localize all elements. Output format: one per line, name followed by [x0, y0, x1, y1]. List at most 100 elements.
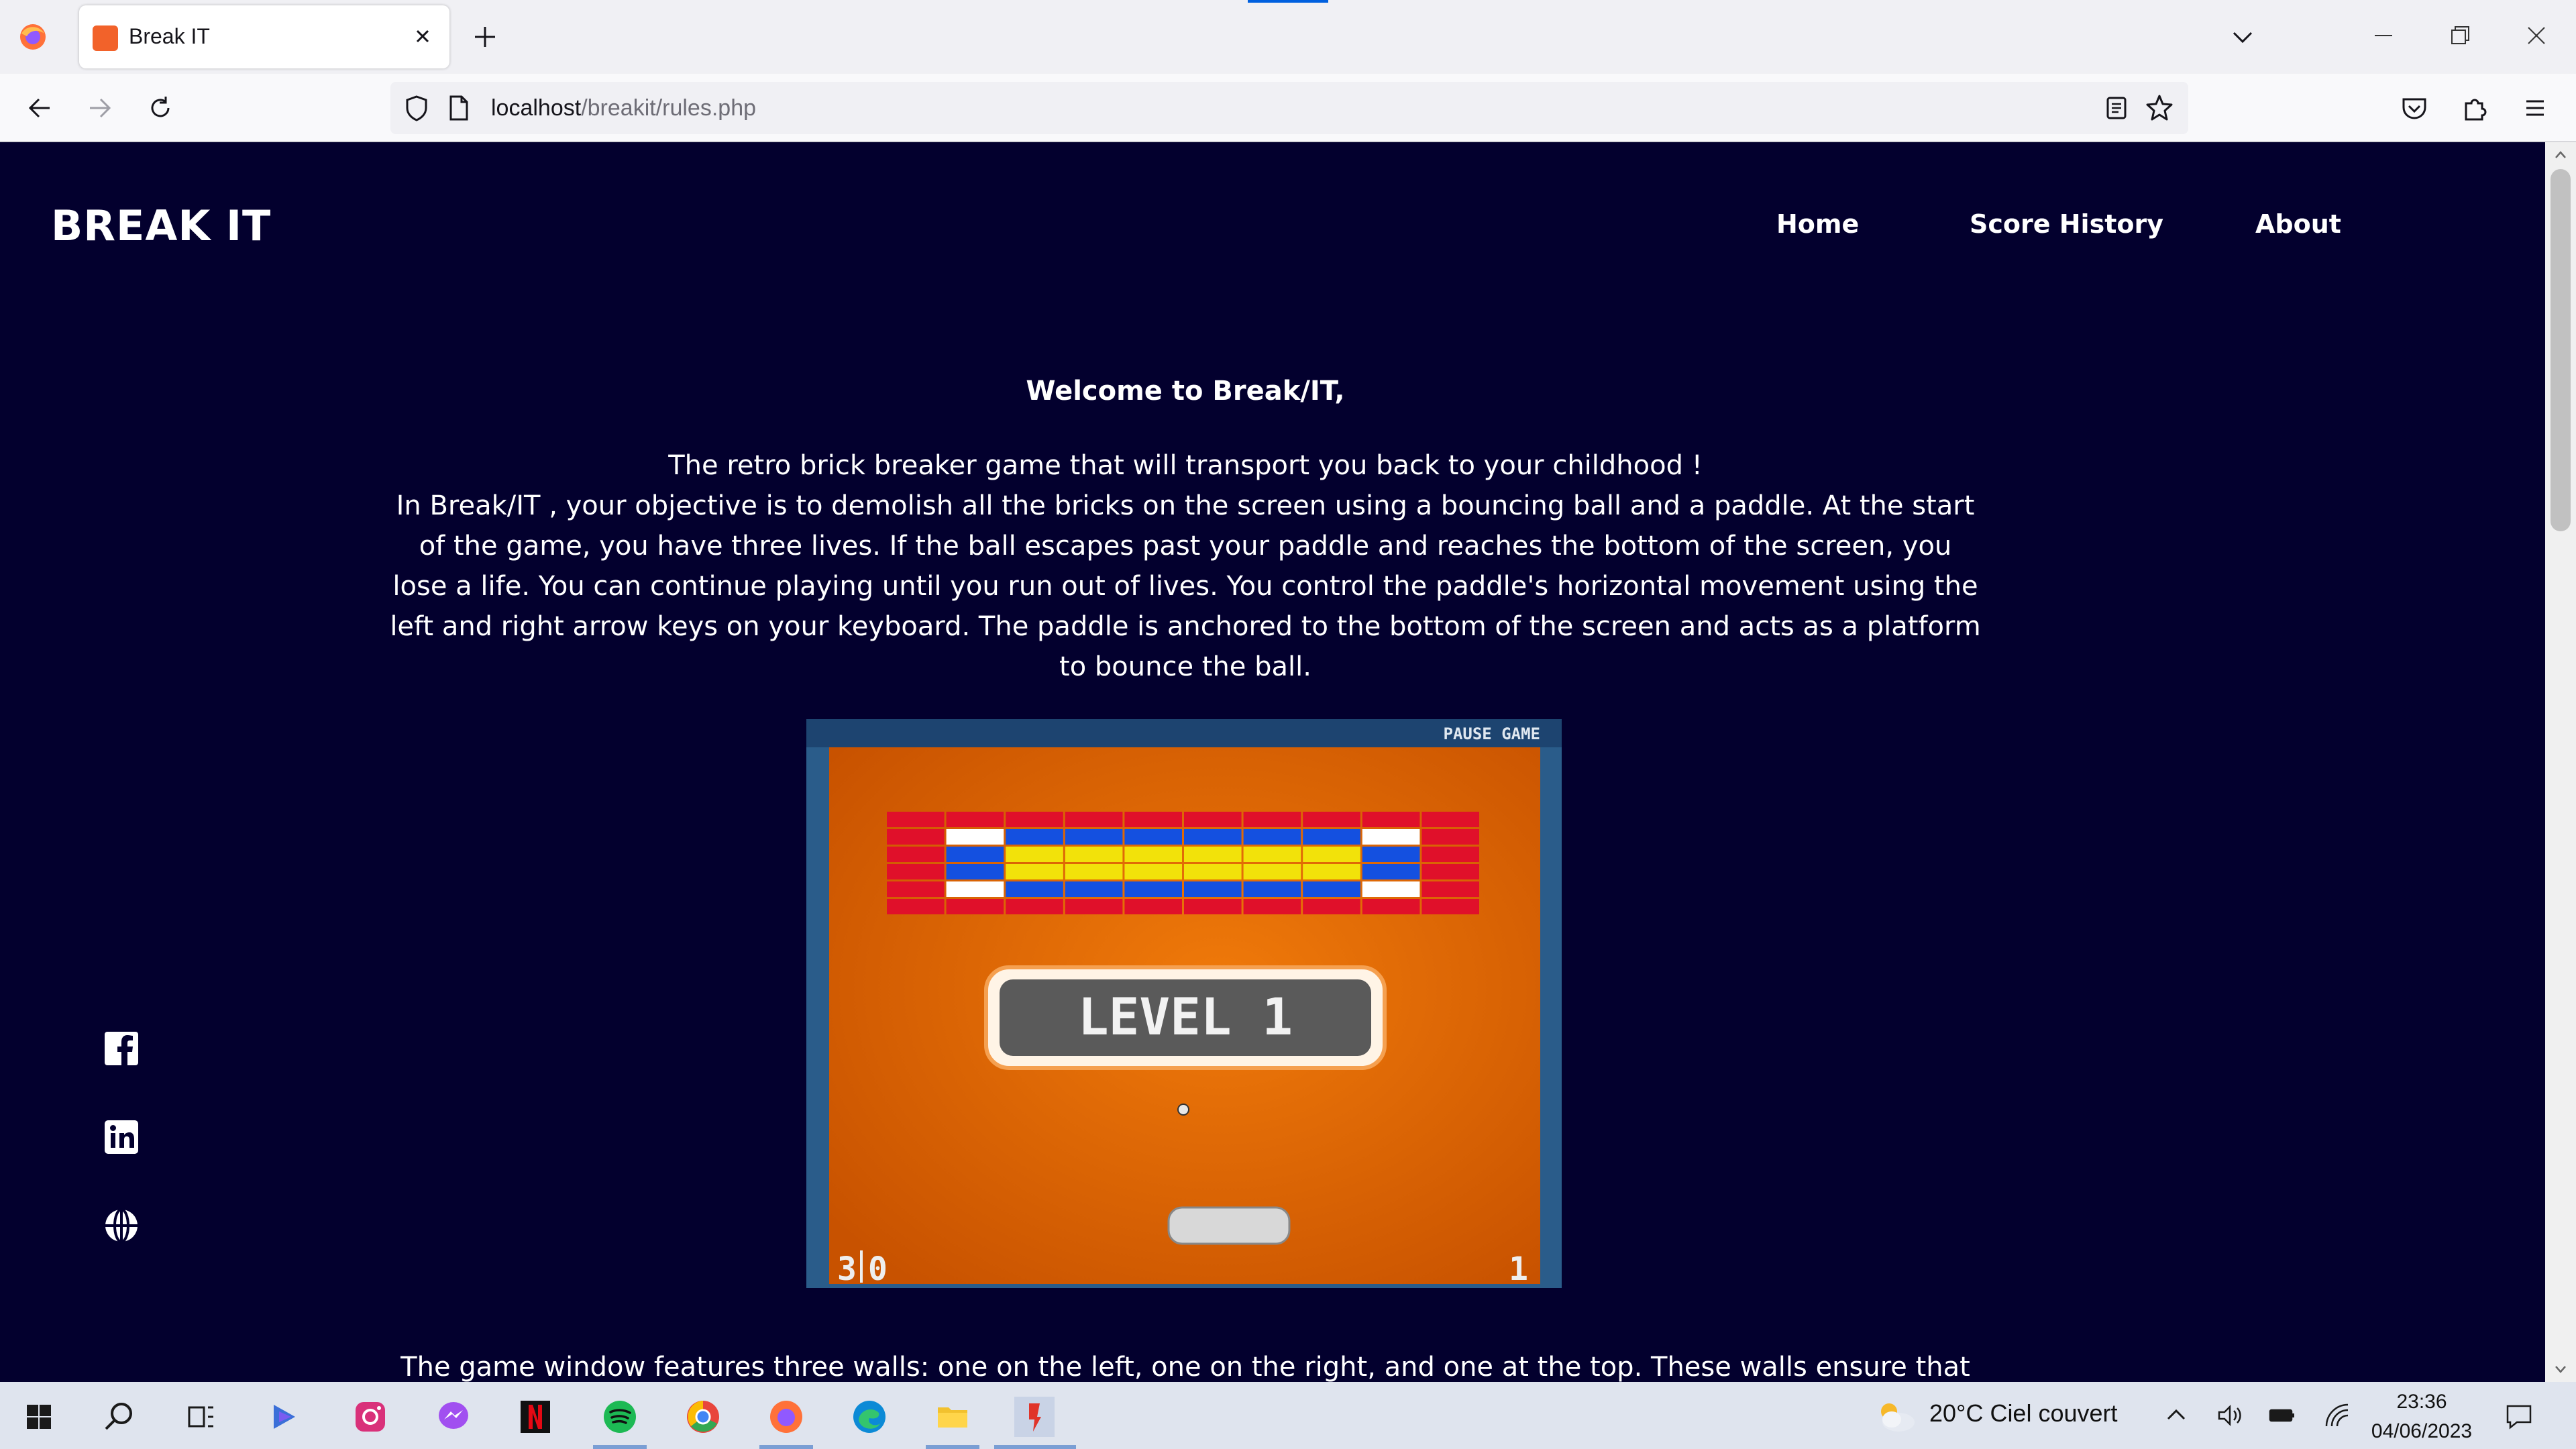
- tab-indicator: [1248, 0, 1328, 3]
- site-brand[interactable]: BREAK IT: [51, 201, 271, 250]
- nav-about-link[interactable]: About: [2255, 209, 2341, 239]
- extensions-puzzle-icon[interactable]: [2458, 91, 2491, 125]
- messenger-icon[interactable]: [433, 1397, 474, 1437]
- level-label: LEVEL 1: [1078, 987, 1293, 1046]
- minimize-icon[interactable]: [2368, 20, 2399, 51]
- brick: [1124, 812, 1182, 827]
- score-value: 0: [868, 1250, 888, 1288]
- brick: [1362, 899, 1420, 914]
- file-explorer-icon[interactable]: [932, 1397, 973, 1437]
- instagram-icon[interactable]: [350, 1397, 390, 1437]
- firefox-icon[interactable]: [19, 23, 47, 51]
- system-clock[interactable]: 23:36 04/06/2023: [2361, 1387, 2482, 1446]
- new-tab-icon[interactable]: [470, 21, 500, 52]
- address-bar[interactable]: localhost/breakit/rules.php: [390, 82, 2188, 134]
- brick: [1303, 881, 1360, 897]
- brick: [1362, 829, 1420, 845]
- brick: [1243, 812, 1301, 827]
- active-app-indicator: [593, 1445, 647, 1449]
- scroll-down-icon[interactable]: [2552, 1360, 2569, 1378]
- battery-icon[interactable]: [2267, 1401, 2297, 1430]
- spotify-icon[interactable]: [600, 1397, 640, 1437]
- brick: [1303, 812, 1360, 827]
- weather-cloudy-icon[interactable]: [1872, 1395, 1919, 1436]
- page-info-icon[interactable]: [444, 93, 474, 123]
- pocket-icon[interactable]: [2398, 91, 2431, 125]
- brick: [946, 881, 1004, 897]
- stage-value: 1: [1509, 1250, 1528, 1288]
- volume-icon[interactable]: [2215, 1401, 2245, 1430]
- brick: [1421, 881, 1479, 897]
- brick: [1065, 829, 1123, 845]
- xampp-icon[interactable]: [1014, 1397, 1055, 1437]
- brick: [1421, 829, 1479, 845]
- pause-game-label: PAUSE GAME: [1444, 724, 1541, 743]
- netflix-icon[interactable]: [515, 1397, 555, 1437]
- brick: [1243, 829, 1301, 845]
- windows-taskbar: 20°C Ciel couvert 23:36 04/06/2023: [0, 1382, 2576, 1449]
- notifications-icon[interactable]: [2502, 1399, 2536, 1433]
- chrome-icon[interactable]: [683, 1397, 723, 1437]
- brick: [1124, 881, 1182, 897]
- window-close-icon[interactable]: [2521, 20, 2552, 51]
- brick: [1362, 864, 1420, 879]
- hamburger-menu-icon[interactable]: [2518, 91, 2552, 125]
- chevron-down-icon[interactable]: [2227, 21, 2258, 52]
- bookmark-star-icon[interactable]: [2143, 91, 2176, 125]
- tab-break-it[interactable]: Break IT: [79, 5, 449, 68]
- brick: [1065, 881, 1123, 897]
- restore-icon[interactable]: [2445, 20, 2475, 51]
- facebook-icon[interactable]: [103, 1030, 140, 1067]
- globe-icon[interactable]: [103, 1208, 140, 1244]
- brick: [1303, 829, 1360, 845]
- brick: [887, 899, 945, 914]
- weather-text[interactable]: 20°C Ciel couvert: [1929, 1399, 2118, 1428]
- task-view-icon[interactable]: [181, 1397, 221, 1437]
- brick: [1065, 812, 1123, 827]
- nav-home-link[interactable]: Home: [1776, 209, 1859, 239]
- brick: [887, 881, 945, 897]
- back-arrow-icon[interactable]: [23, 91, 56, 125]
- brick: [1006, 899, 1063, 914]
- windows-start-icon[interactable]: [19, 1397, 59, 1437]
- active-app-indicator: [926, 1445, 979, 1449]
- nav-score-history-link[interactable]: Score History: [1970, 209, 2163, 239]
- brick: [1243, 899, 1301, 914]
- search-icon[interactable]: [99, 1397, 140, 1437]
- welcome-heading: Welcome to Break/IT,: [1026, 376, 1345, 407]
- brick: [887, 829, 945, 845]
- reload-icon[interactable]: [144, 91, 177, 125]
- brick: [1124, 864, 1182, 879]
- scroll-up-icon[interactable]: [2552, 146, 2569, 164]
- game-screenshot-image: PAUSE GAME LEVEL 1 3 0 1: [806, 719, 1562, 1288]
- close-tab-icon[interactable]: [408, 21, 437, 51]
- brick: [1184, 829, 1242, 845]
- brick: [887, 864, 945, 879]
- intro-line: The retro brick breaker game that will t…: [668, 450, 1703, 481]
- forward-arrow-icon[interactable]: [83, 91, 117, 125]
- page-scrollbar[interactable]: [2545, 142, 2576, 1382]
- reader-view-icon[interactable]: [2101, 93, 2132, 123]
- edge-icon[interactable]: [849, 1397, 890, 1437]
- scrollbar-thumb[interactable]: [2551, 169, 2571, 531]
- brick: [1184, 847, 1242, 862]
- brick: [887, 812, 945, 827]
- url-text[interactable]: localhost/breakit/rules.php: [491, 95, 756, 121]
- firefox-taskbar-icon[interactable]: [766, 1397, 806, 1437]
- tracking-protection-shield-icon[interactable]: [400, 91, 433, 125]
- brick: [1362, 812, 1420, 827]
- active-app-indicator: [759, 1445, 813, 1449]
- bing-copilot-icon[interactable]: [264, 1397, 305, 1437]
- brick: [1303, 864, 1360, 879]
- brick: [1243, 881, 1301, 897]
- brick: [1421, 899, 1479, 914]
- brick: [1421, 864, 1479, 879]
- chevron-up-icon[interactable]: [2161, 1401, 2191, 1430]
- walls-paragraph: The game window features three walls: on…: [400, 1352, 1970, 1382]
- linkedin-icon[interactable]: [103, 1119, 140, 1155]
- navigation-toolbar: localhost/breakit/rules.php: [0, 74, 2576, 142]
- brick: [1124, 829, 1182, 845]
- xampp-favicon-icon: [93, 25, 118, 51]
- network-icon[interactable]: [2322, 1401, 2352, 1430]
- intro-paragraph: The retro brick breaker game that will t…: [389, 445, 1982, 687]
